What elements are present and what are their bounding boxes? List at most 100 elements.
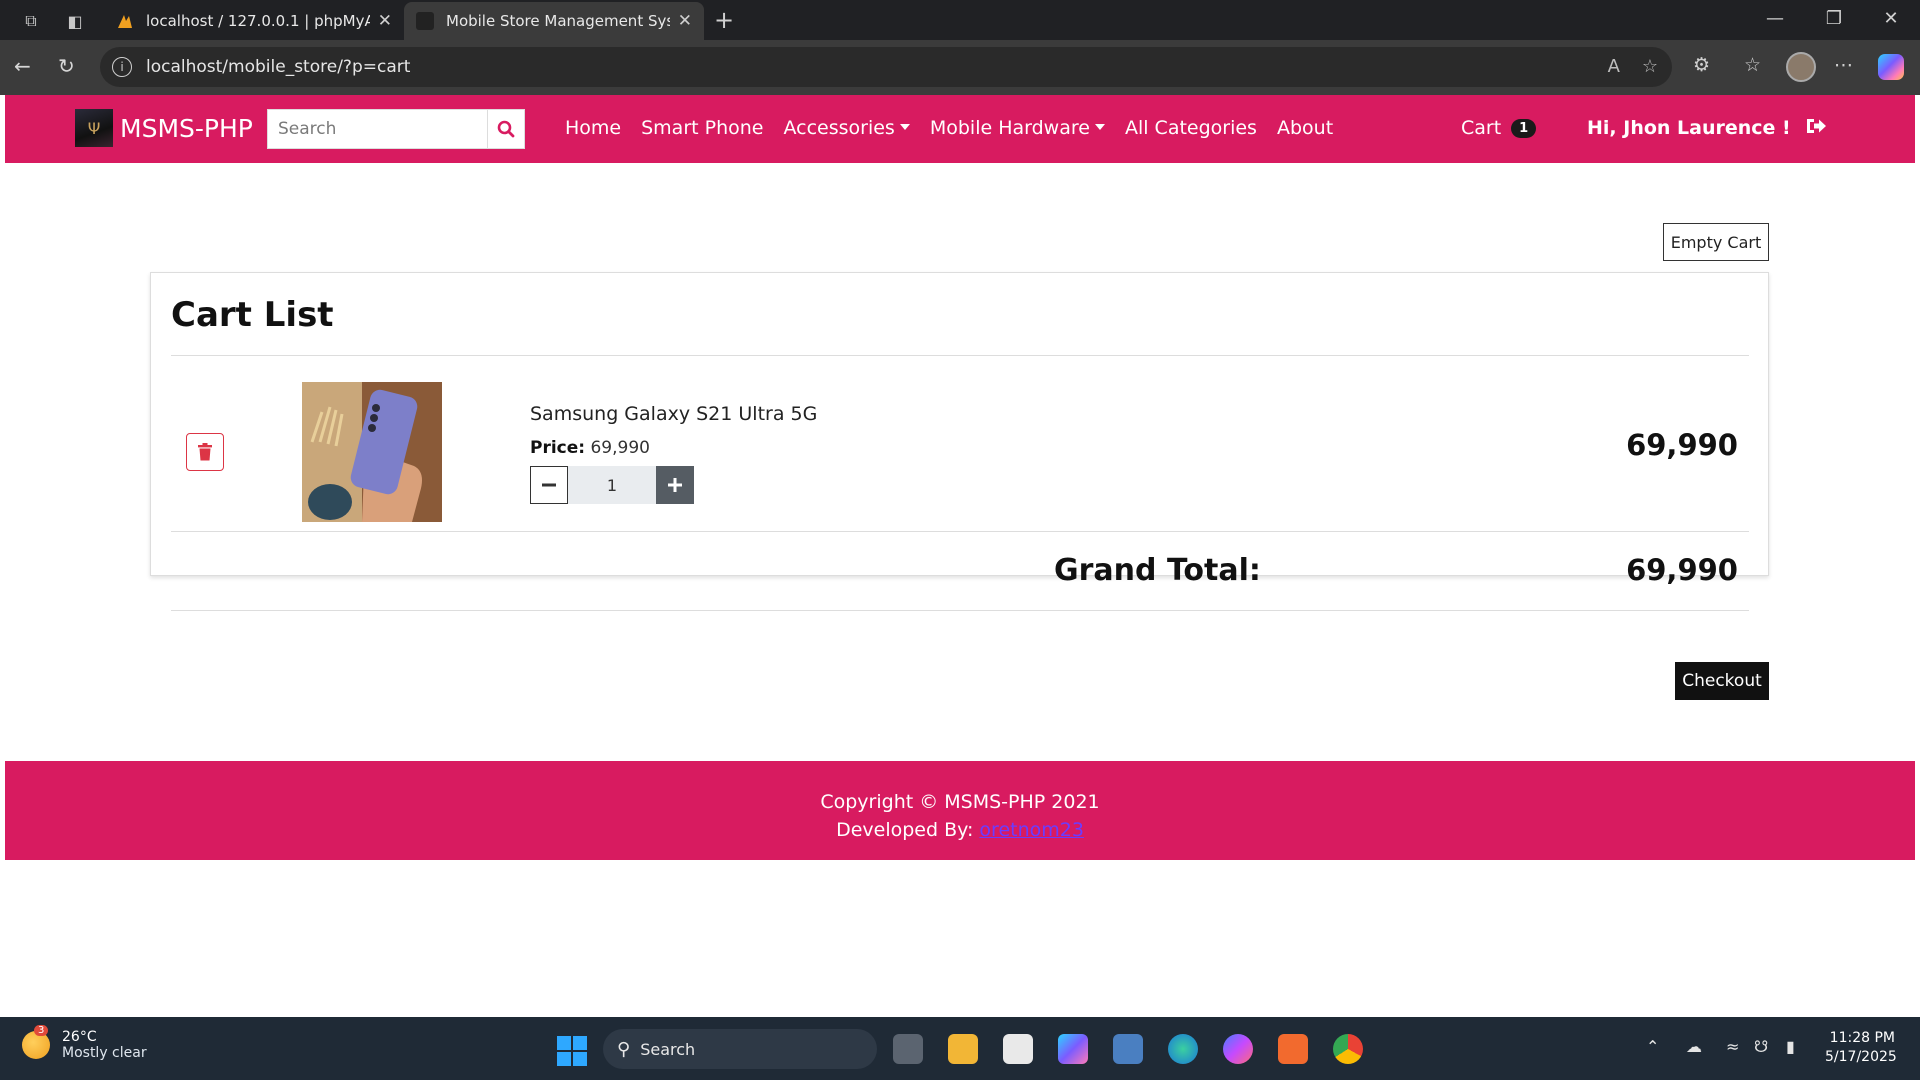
nav-smart-phone[interactable]: Smart Phone bbox=[641, 117, 763, 139]
developer-link[interactable]: oretnom23 bbox=[979, 819, 1084, 841]
developer-credit: Developed By: oretnom23 bbox=[5, 819, 1915, 841]
browser-address-bar: ← ↻ i localhost/mobile_store/?p=cart A ☆… bbox=[0, 40, 1920, 95]
messenger-icon[interactable] bbox=[1223, 1034, 1253, 1064]
restore-icon[interactable]: ❐ bbox=[1814, 8, 1854, 29]
more-options-icon[interactable]: ⋯ bbox=[1834, 54, 1853, 76]
weather-temp: 26°C bbox=[62, 1029, 97, 1045]
nav-home[interactable]: Home bbox=[565, 117, 621, 139]
nav-all-categories[interactable]: All Categories bbox=[1125, 117, 1257, 139]
nav-accessories-label: Accessories bbox=[783, 117, 895, 139]
chrome-icon[interactable] bbox=[1333, 1034, 1363, 1064]
developed-by-label: Developed By: bbox=[836, 819, 974, 841]
minimize-icon[interactable]: — bbox=[1755, 8, 1795, 29]
start-button[interactable] bbox=[557, 1036, 587, 1066]
trash-icon bbox=[198, 443, 212, 461]
show-hidden-icons-icon[interactable]: ⌃ bbox=[1646, 1037, 1659, 1056]
search-icon bbox=[497, 120, 515, 138]
page-viewport: Ψ MSMS-PHP Home Smart Phone Accessories … bbox=[5, 95, 1915, 1017]
extensions-icon[interactable]: ⚙ bbox=[1693, 54, 1710, 76]
weather-moon-icon: 3 bbox=[22, 1025, 50, 1059]
divider bbox=[171, 610, 1749, 611]
item-total: 69,990 bbox=[1626, 428, 1738, 462]
favorites-icon[interactable]: ☆ bbox=[1744, 54, 1761, 76]
copilot-icon[interactable] bbox=[1878, 54, 1904, 80]
profile-avatar[interactable] bbox=[1786, 52, 1816, 82]
cart-count-badge: 1 bbox=[1511, 118, 1537, 138]
url-field[interactable]: i localhost/mobile_store/?p=cart A ☆ bbox=[100, 47, 1672, 87]
favorite-star-icon[interactable]: ☆ bbox=[1642, 56, 1658, 77]
site-favicon-icon bbox=[416, 12, 434, 30]
product-price: Price: 69,990 bbox=[530, 438, 650, 458]
wifi-icon[interactable]: ≈ bbox=[1726, 1037, 1739, 1056]
logout-button[interactable] bbox=[1805, 115, 1827, 141]
product-name: Samsung Galaxy S21 Ultra 5G bbox=[530, 403, 818, 425]
tab-mobile-store[interactable]: Mobile Store Management Syster ✕ bbox=[404, 2, 704, 40]
tab-title: localhost / 127.0.0.1 | phpMyAdm bbox=[146, 12, 370, 30]
site-footer: Copyright © MSMS-PHP 2021 Developed By: … bbox=[5, 761, 1915, 860]
back-icon[interactable]: ← bbox=[14, 54, 31, 78]
workspaces-icon[interactable]: ⧉ bbox=[18, 8, 44, 34]
weather-widget[interactable]: 3 26°C Mostly clear bbox=[22, 1025, 147, 1061]
start-tile bbox=[573, 1052, 587, 1066]
copilot-app-icon[interactable] bbox=[1058, 1034, 1088, 1064]
task-view-icon[interactable] bbox=[893, 1034, 923, 1064]
grand-total-label: Grand Total: bbox=[1054, 553, 1261, 588]
phone-in-hand-illustration bbox=[302, 382, 442, 522]
weather-desc: Mostly clear bbox=[62, 1045, 147, 1061]
microsoft-store-icon[interactable] bbox=[1003, 1034, 1033, 1064]
taskbar-clock[interactable]: 11:28 PM 5/17/2025 bbox=[1825, 1029, 1897, 1067]
volume-muted-icon[interactable]: ☋ bbox=[1754, 1037, 1768, 1056]
read-aloud-icon[interactable]: A bbox=[1608, 56, 1620, 77]
site-info-icon[interactable]: i bbox=[112, 57, 132, 77]
decrease-quantity-button[interactable] bbox=[530, 466, 568, 504]
tab-title: Mobile Store Management Syster bbox=[446, 12, 670, 30]
increase-quantity-button[interactable] bbox=[656, 466, 694, 504]
minus-icon bbox=[542, 483, 556, 487]
file-explorer-icon[interactable] bbox=[948, 1034, 978, 1064]
quantity-input[interactable]: 1 bbox=[568, 466, 656, 504]
caret-down-icon bbox=[899, 123, 910, 130]
search-form bbox=[267, 109, 525, 149]
start-tile bbox=[573, 1036, 587, 1050]
start-tile bbox=[557, 1052, 571, 1066]
remove-item-button[interactable] bbox=[186, 433, 224, 471]
search-button[interactable] bbox=[487, 109, 525, 149]
price-value: 69,990 bbox=[590, 438, 650, 458]
battery-icon[interactable]: ▮ bbox=[1786, 1037, 1795, 1056]
vertical-tabs-icon[interactable]: ◧ bbox=[62, 8, 88, 34]
cart-link[interactable]: Cart 1 bbox=[1461, 117, 1537, 139]
close-tab-icon[interactable]: ✕ bbox=[378, 11, 392, 31]
browser-tab-bar: ⧉ ◧ localhost / 127.0.0.1 | phpMyAdm ✕ M… bbox=[0, 0, 1920, 40]
refresh-icon[interactable]: ↻ bbox=[58, 54, 75, 78]
clock-date: 5/17/2025 bbox=[1825, 1049, 1897, 1065]
onedrive-icon[interactable]: ☁ bbox=[1686, 1037, 1702, 1056]
close-tab-icon[interactable]: ✕ bbox=[678, 11, 692, 31]
site-navbar: Ψ MSMS-PHP Home Smart Phone Accessories … bbox=[5, 95, 1915, 163]
brand-link[interactable]: Ψ MSMS-PHP bbox=[75, 109, 253, 147]
checkout-button[interactable]: Checkout bbox=[1675, 662, 1769, 700]
empty-cart-button[interactable]: Empty Cart bbox=[1663, 223, 1769, 261]
app-icon[interactable] bbox=[1113, 1034, 1143, 1064]
page-title: Cart List bbox=[171, 295, 334, 335]
tab-phpmyadmin[interactable]: localhost / 127.0.0.1 | phpMyAdm ✕ bbox=[104, 2, 404, 40]
nav-mobile-hardware-dropdown[interactable]: Mobile Hardware bbox=[930, 117, 1105, 139]
user-greeting[interactable]: Hi, Jhon Laurence ! bbox=[1587, 117, 1791, 139]
clock-time: 11:28 PM bbox=[1829, 1030, 1895, 1046]
nav-accessories-dropdown[interactable]: Accessories bbox=[783, 117, 910, 139]
copyright-text: Copyright © MSMS-PHP 2021 bbox=[820, 791, 1100, 813]
plus-icon bbox=[668, 478, 682, 492]
edge-icon[interactable] bbox=[1168, 1034, 1198, 1064]
search-icon: ⚲ bbox=[617, 1038, 631, 1060]
nav-about[interactable]: About bbox=[1277, 117, 1333, 139]
search-input[interactable] bbox=[267, 109, 487, 149]
close-window-icon[interactable]: ✕ bbox=[1871, 8, 1911, 29]
start-tile bbox=[557, 1036, 571, 1050]
new-tab-icon[interactable]: + bbox=[714, 6, 734, 34]
product-image bbox=[302, 382, 442, 522]
quantity-stepper: 1 bbox=[530, 466, 694, 504]
xampp-icon[interactable] bbox=[1278, 1034, 1308, 1064]
price-label: Price: bbox=[530, 438, 586, 458]
brand-logo-icon: Ψ bbox=[75, 109, 113, 147]
taskbar-search[interactable]: ⚲ Search bbox=[603, 1029, 877, 1069]
logout-icon bbox=[1807, 119, 1826, 133]
